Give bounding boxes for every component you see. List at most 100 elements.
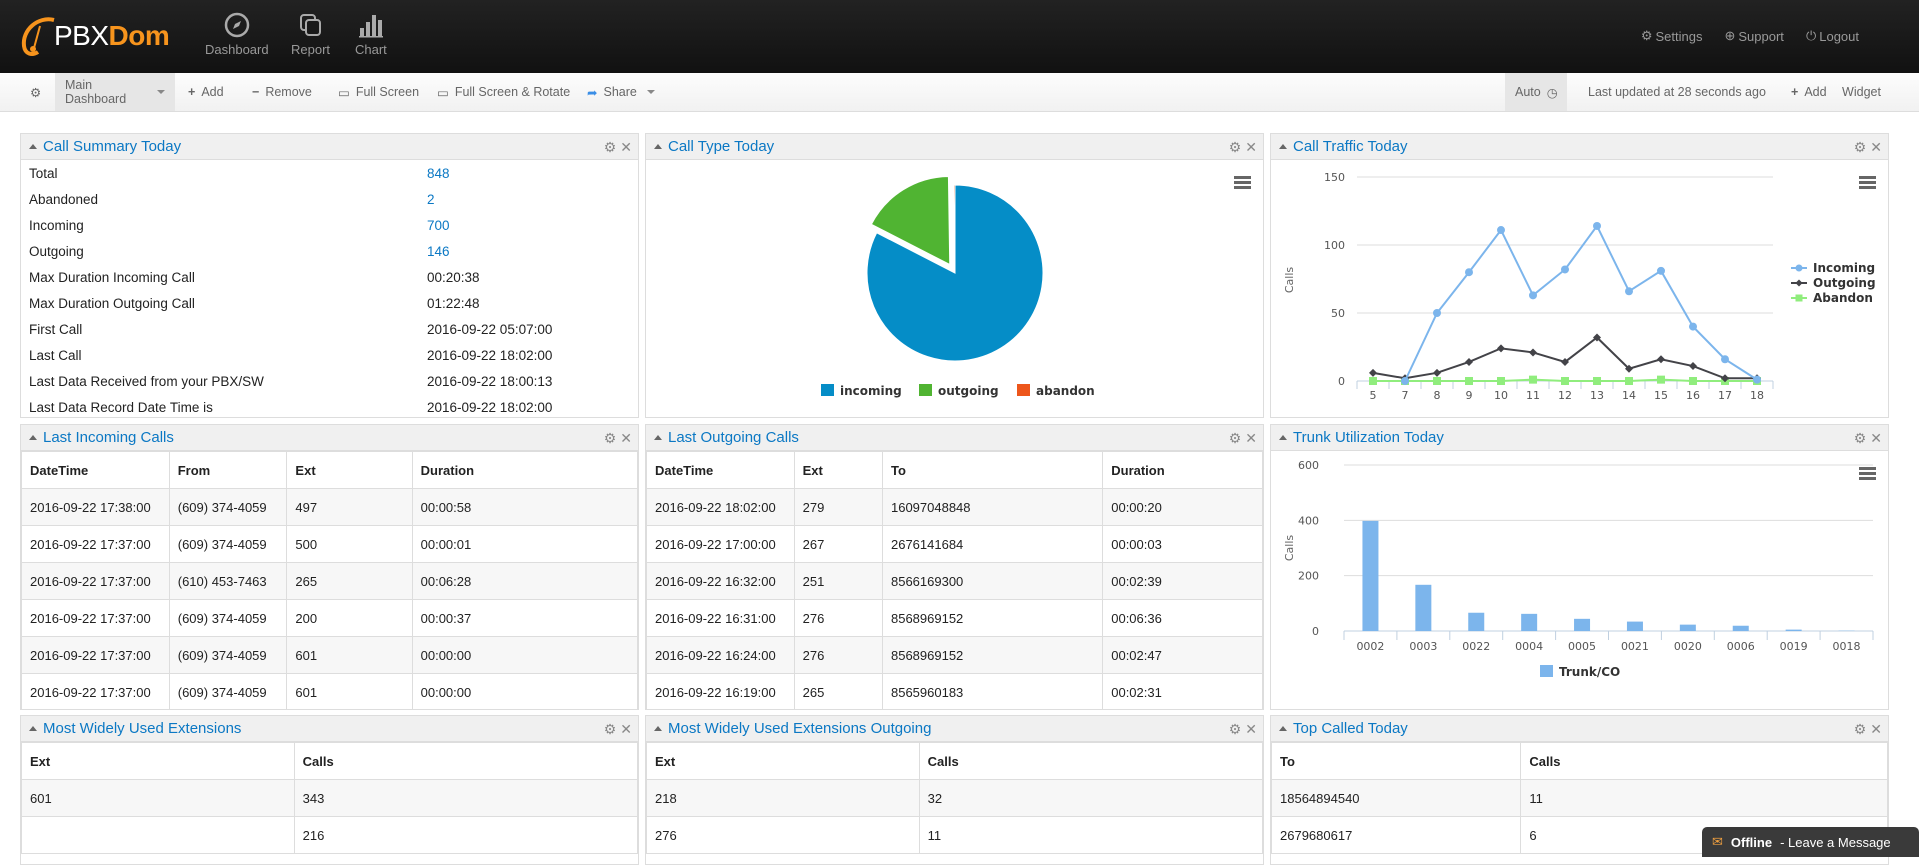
column-header[interactable]: To	[882, 452, 1102, 489]
summary-value[interactable]: 848	[427, 166, 450, 181]
data-point[interactable]	[1433, 377, 1441, 385]
data-point[interactable]	[1433, 369, 1441, 377]
collapse-icon[interactable]	[29, 144, 37, 149]
column-header[interactable]: Calls	[294, 743, 637, 780]
gear-icon[interactable]: ⚙	[1854, 139, 1867, 156]
data-point[interactable]	[1465, 377, 1473, 385]
column-header[interactable]: Ext	[287, 452, 412, 489]
close-icon[interactable]: ✕	[1870, 139, 1882, 156]
summary-value[interactable]: 2	[427, 192, 435, 207]
chat-widget[interactable]: ✉ Offline - Leave a Message	[1702, 827, 1919, 857]
data-point[interactable]	[1497, 377, 1505, 385]
bar-0022[interactable]	[1468, 613, 1484, 631]
data-point[interactable]	[1625, 287, 1633, 295]
data-point[interactable]	[1433, 309, 1441, 317]
chart-menu-icon[interactable]	[1234, 176, 1251, 191]
bar-0020[interactable]	[1680, 625, 1696, 631]
bar-0021[interactable]	[1627, 622, 1643, 631]
gear-icon[interactable]: ⚙	[1229, 721, 1242, 738]
data-point[interactable]	[1593, 222, 1601, 230]
bar-0005[interactable]	[1574, 619, 1590, 631]
add-button[interactable]: +Add	[188, 73, 224, 111]
chart-menu-icon[interactable]	[1859, 467, 1876, 482]
gear-icon[interactable]: ⚙	[604, 430, 617, 447]
logout-link[interactable]: ⏻Logout	[1806, 28, 1859, 44]
column-header[interactable]: Ext	[794, 452, 882, 489]
column-header[interactable]: DateTime	[22, 452, 170, 489]
collapse-icon[interactable]	[654, 726, 662, 731]
settings-link[interactable]: ⚙Settings	[1641, 28, 1703, 44]
data-point[interactable]	[1369, 369, 1377, 377]
data-point[interactable]	[1497, 226, 1505, 234]
bar-0003[interactable]	[1415, 585, 1431, 631]
data-point[interactable]	[1657, 355, 1665, 363]
collapse-icon[interactable]	[654, 435, 662, 440]
gear-icon[interactable]: ⚙	[1854, 430, 1867, 447]
collapse-icon[interactable]	[1279, 435, 1287, 440]
data-point[interactable]	[1369, 377, 1377, 385]
gear-icon[interactable]: ⚙	[1854, 721, 1867, 738]
bar-0002[interactable]	[1362, 521, 1378, 631]
data-point[interactable]	[1561, 377, 1569, 385]
data-point[interactable]	[1561, 265, 1569, 273]
column-header[interactable]: Duration	[412, 452, 637, 489]
nav-report[interactable]: Report	[291, 12, 330, 57]
nav-chart[interactable]: Chart	[355, 12, 387, 57]
column-header[interactable]: Duration	[1103, 452, 1263, 489]
data-point[interactable]	[1689, 377, 1697, 385]
data-point[interactable]	[1689, 362, 1697, 370]
data-point[interactable]	[1625, 377, 1633, 385]
close-icon[interactable]: ✕	[1245, 721, 1257, 738]
bar-0004[interactable]	[1521, 614, 1537, 631]
close-icon[interactable]: ✕	[1870, 430, 1882, 447]
close-icon[interactable]: ✕	[1245, 139, 1257, 156]
column-header[interactable]: Calls	[919, 743, 1262, 780]
summary-value[interactable]: 700	[427, 218, 450, 233]
share-button[interactable]: ➦Share	[587, 73, 655, 111]
summary-value[interactable]: 146	[427, 244, 450, 259]
gear-icon[interactable]: ⚙	[604, 139, 617, 156]
add-widget-button[interactable]: +Add Widget	[1791, 73, 1881, 111]
data-point[interactable]	[1657, 267, 1665, 275]
remove-button[interactable]: −Remove	[252, 73, 312, 111]
close-icon[interactable]: ✕	[620, 139, 632, 156]
gear-icon[interactable]: ⚙	[1229, 430, 1242, 447]
full-screen-button[interactable]: ▭Full Screen	[338, 73, 419, 111]
data-point[interactable]	[1753, 376, 1761, 384]
support-link[interactable]: ⊕Support	[1724, 28, 1783, 44]
data-point[interactable]	[1529, 376, 1537, 384]
data-point[interactable]	[1497, 344, 1505, 352]
collapse-icon[interactable]	[29, 435, 37, 440]
close-icon[interactable]: ✕	[620, 721, 632, 738]
dashboard-settings-button[interactable]: ⚙	[30, 73, 46, 111]
logo[interactable]: PBXDom	[18, 14, 169, 58]
chart-menu-icon[interactable]	[1859, 176, 1876, 191]
close-icon[interactable]: ✕	[620, 430, 632, 447]
pie-slice-abandon[interactable]	[954, 185, 955, 273]
close-icon[interactable]: ✕	[1245, 430, 1257, 447]
data-point[interactable]	[1721, 355, 1729, 363]
column-header[interactable]: From	[169, 452, 287, 489]
gear-icon[interactable]: ⚙	[1229, 139, 1242, 156]
data-point[interactable]	[1465, 358, 1473, 366]
column-header[interactable]: Ext	[647, 743, 920, 780]
data-point[interactable]	[1401, 377, 1409, 385]
collapse-icon[interactable]	[1279, 726, 1287, 731]
dashboard-select[interactable]: Main Dashboard	[55, 73, 175, 111]
auto-refresh-button[interactable]: Auto◷	[1505, 73, 1567, 111]
data-point[interactable]	[1465, 268, 1473, 276]
column-header[interactable]: Ext	[22, 743, 295, 780]
bar-0019[interactable]	[1786, 630, 1802, 631]
column-header[interactable]: DateTime	[647, 452, 795, 489]
nav-dashboard[interactable]: Dashboard	[205, 12, 269, 57]
data-point[interactable]	[1529, 348, 1537, 356]
data-point[interactable]	[1689, 323, 1697, 331]
collapse-icon[interactable]	[29, 726, 37, 731]
collapse-icon[interactable]	[654, 144, 662, 149]
bar-0006[interactable]	[1733, 626, 1749, 631]
close-icon[interactable]: ✕	[1870, 721, 1882, 738]
column-header[interactable]: Calls	[1521, 743, 1888, 780]
data-point[interactable]	[1593, 377, 1601, 385]
data-point[interactable]	[1529, 291, 1537, 299]
full-screen-rotate-button[interactable]: ▭Full Screen & Rotate	[437, 73, 570, 111]
